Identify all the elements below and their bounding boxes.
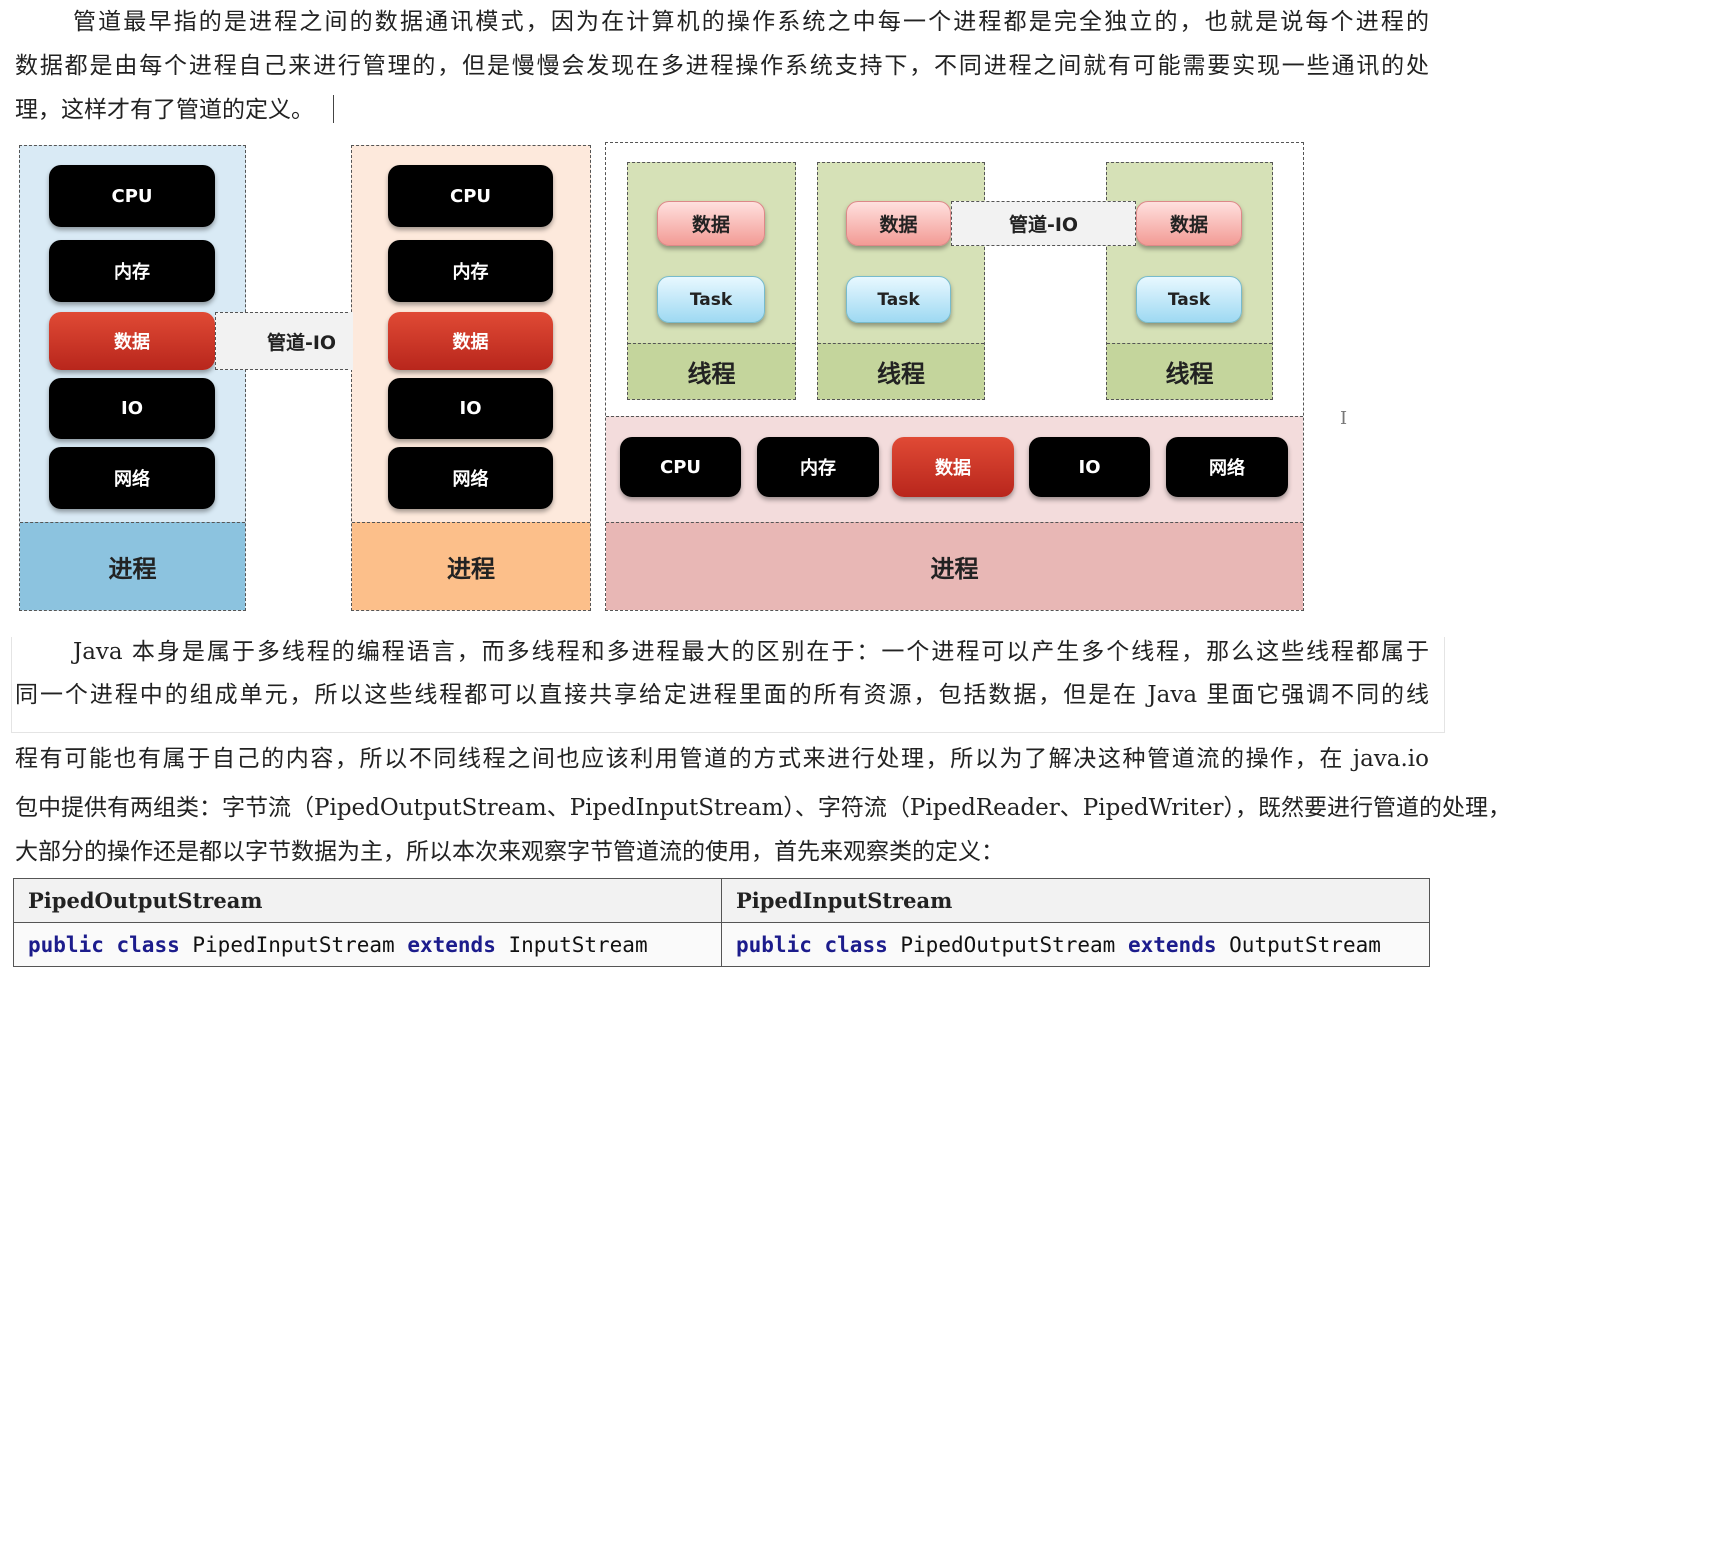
keyword: class <box>116 932 180 957</box>
text-line: 理，这样才有了管道的定义。 <box>15 97 314 123</box>
cpu-block: CPU <box>49 165 215 227</box>
table-header: PipedInputStream <box>721 878 1430 923</box>
data-block: 数据 <box>388 312 553 370</box>
thread-label: 线程 <box>628 343 795 399</box>
thread-data-block: 数据 <box>1136 201 1242 246</box>
table-header: PipedOutputStream <box>13 878 722 923</box>
pipe-io-block: 管道-IO <box>951 201 1136 246</box>
text-line: 大部分的操作还是都以字节数据为主，所以本次来观察字节管道流的使用，首先来观察类的… <box>15 839 1004 865</box>
process-label: 进程 <box>606 522 1303 610</box>
process-label: 进程 <box>352 522 590 610</box>
text-cursor-ibeam: I <box>1340 408 1348 429</box>
task-block: Task <box>1136 276 1242 323</box>
text-line: 程有可能也有属于自己的内容，所以不同线程之间也应该利用管道的方式来进行处理，所以… <box>15 746 1429 772</box>
keyword: public <box>736 932 812 957</box>
io-block: IO <box>1029 437 1150 497</box>
io-block: IO <box>49 378 215 439</box>
text-line: Java 本身是属于多线程的编程语言，而多线程和多进程最大的区别在于：一个进程可… <box>73 639 1429 665</box>
keyword: extends <box>1127 932 1217 957</box>
memory-block: 内存 <box>49 240 215 302</box>
thread-label: 线程 <box>1107 343 1272 399</box>
task-block: Task <box>846 276 951 323</box>
network-block: 网络 <box>388 447 553 509</box>
class-definition-table: PipedOutputStream PipedInputStream publi… <box>13 878 1430 967</box>
network-block: 网络 <box>49 447 215 509</box>
memory-block: 内存 <box>757 437 879 497</box>
class-name: PipedOutputStream <box>900 932 1116 957</box>
data-block: 数据 <box>49 312 215 370</box>
task-block: Task <box>657 276 765 323</box>
text-line: 同一个进程中的组成单元，所以这些线程都可以直接共享给定进程里面的所有资源，包括数… <box>15 682 1429 708</box>
cpu-block: CPU <box>620 437 741 497</box>
table-cell-code: public class PipedOutputStream extends O… <box>721 922 1430 967</box>
text-line: 管道最早指的是进程之间的数据通讯模式，因为在计算机的操作系统之中每一个进程都是完… <box>73 9 1429 35</box>
keyword: class <box>824 932 888 957</box>
process-label: 进程 <box>20 522 245 610</box>
text-cursor <box>333 95 334 123</box>
table-header-row: PipedOutputStream PipedInputStream <box>13 878 1430 923</box>
data-block: 数据 <box>892 437 1014 497</box>
table-cell-code: public class PipedInputStream extends In… <box>13 922 722 967</box>
text-line: 数据都是由每个进程自己来进行管理的，但是慢慢会发现在多进程操作系统支持下，不同进… <box>15 53 1429 79</box>
parent-class: InputStream <box>508 932 648 957</box>
parent-class: OutputStream <box>1229 932 1381 957</box>
cpu-block: CPU <box>388 165 553 227</box>
memory-block: 内存 <box>388 240 553 302</box>
table-row: public class PipedInputStream extends In… <box>13 922 1430 967</box>
keyword: public <box>28 932 104 957</box>
network-block: 网络 <box>1166 437 1288 497</box>
thread-data-block: 数据 <box>846 201 951 246</box>
io-block: IO <box>388 378 553 439</box>
thread-data-block: 数据 <box>657 201 765 246</box>
text-line: 包中提供有两组类：字节流（PipedOutputStream、PipedInpu… <box>15 795 1511 821</box>
pipe-connector <box>350 312 353 370</box>
keyword: extends <box>407 932 496 957</box>
class-name: PipedInputStream <box>192 932 395 957</box>
thread-label: 线程 <box>818 343 984 399</box>
